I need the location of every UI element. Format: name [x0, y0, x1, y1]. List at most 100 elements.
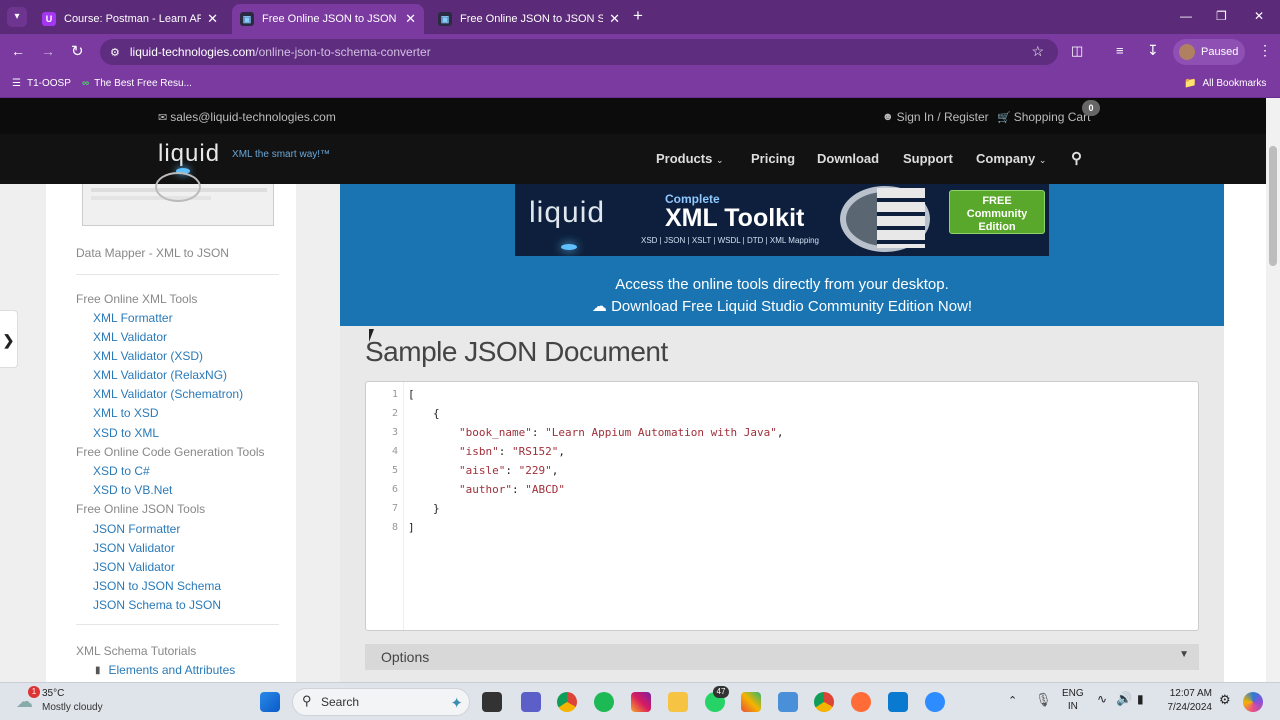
spotify-icon[interactable] — [594, 692, 614, 712]
file-explorer-icon[interactable] — [668, 692, 688, 712]
back-icon[interactable]: ← — [11, 43, 25, 59]
windows-taskbar: ☁ 1 35°C Mostly cloudy ⚲ Search ✦ 47 ⌃ 🎙… — [0, 682, 1280, 720]
search-icon[interactable]: ⚲ — [1071, 149, 1082, 167]
banner-line-1: Access the online tools directly from yo… — [615, 276, 949, 293]
sidebar-item-xml-validator-relaxng[interactable]: XML Validator (RelaxNG) — [93, 368, 227, 382]
xml-toolkit-banner[interactable]: liquid Complete XML Toolkit XSD | JSON |… — [515, 184, 1049, 256]
bookmark-free-resume[interactable]: ∞ The Best Free Resu... — [82, 78, 192, 89]
zoom-icon[interactable] — [925, 692, 945, 712]
nav-products[interactable]: Products ⌄ — [656, 151, 724, 166]
microphone-icon[interactable]: 🎙 — [1035, 692, 1052, 708]
bookmark-star-icon[interactable]: ☆ — [1031, 43, 1044, 60]
sidebar-item-json-formatter[interactable]: JSON Formatter — [93, 522, 180, 536]
wifi-icon[interactable]: ∿ — [1097, 692, 1107, 706]
sidebar-heading-json-tools[interactable]: Free Online JSON Tools — [76, 502, 205, 516]
folder-icon: 📁 — [1184, 78, 1197, 89]
new-tab-button[interactable]: + — [633, 6, 643, 26]
reading-list-icon[interactable]: ≡ — [1116, 43, 1124, 58]
site-info-icon[interactable]: ⚙ — [110, 46, 120, 59]
close-icon[interactable]: ✕ — [207, 11, 218, 27]
sidebar-item-json-validator-2[interactable]: JSON Validator — [93, 560, 175, 574]
tab-postman-course[interactable]: U Course: Postman - Learn API Te ✕ — [34, 4, 226, 34]
taskbar-search[interactable]: ⚲ Search ✦ — [292, 688, 470, 716]
sidebar-heading-xml-schema-tutorials[interactable]: XML Schema Tutorials — [76, 644, 196, 658]
tab-search-button[interactable]: ▾ — [7, 7, 27, 27]
sidebar-item-json-validator[interactable]: JSON Validator — [93, 541, 175, 555]
nav-company[interactable]: Company ⌄ — [976, 151, 1046, 166]
tab-json-schema-active[interactable]: ▣ Free Online JSON to JSON Sche ✕ — [232, 4, 424, 34]
sidebar-item-xml-formatter[interactable]: XML Formatter — [93, 311, 173, 325]
menu-dots-icon[interactable]: ⋮ — [1258, 42, 1272, 59]
sidebar-item-xml-validator-xsd[interactable]: XML Validator (XSD) — [93, 349, 203, 363]
sidebar-heading-xml-tools[interactable]: Free Online XML Tools — [76, 292, 197, 306]
bookmark-t1-oosp[interactable]: ☰ T1-OOSP — [12, 78, 71, 89]
git-icon[interactable] — [741, 692, 761, 712]
weather-widget[interactable]: ☁ 1 35°C Mostly cloudy — [14, 686, 134, 717]
sidebar-item-xml-validator[interactable]: XML Validator — [93, 330, 167, 344]
divider — [76, 274, 279, 275]
sign-in-link[interactable]: ☻ Sign In / Register — [882, 110, 989, 124]
language-indicator[interactable]: ENG IN — [1062, 687, 1084, 713]
shopping-cart-link[interactable]: 🛒 Shopping Cart — [997, 110, 1090, 124]
envelope-icon: ✉ — [158, 111, 168, 124]
volume-icon[interactable]: 🔊 — [1116, 691, 1132, 707]
windows-start-icon[interactable] — [260, 692, 280, 712]
chevron-down-icon: ⌄ — [715, 155, 724, 165]
contact-email[interactable]: ✉ sales@liquid-technologies.com — [158, 110, 336, 124]
notifications-icon[interactable]: ⚙ — [1219, 692, 1231, 708]
sidebar-item-xsd-to-vbnet[interactable]: XSD to VB.Net — [93, 483, 172, 497]
scrollbar-thumb[interactable] — [1269, 146, 1277, 266]
promo-banner: liquid Complete XML Toolkit XSD | JSON |… — [340, 184, 1224, 326]
download-icon[interactable]: ↧ — [1147, 42, 1159, 59]
window-close-icon[interactable]: ✕ — [1254, 9, 1264, 23]
teams-icon[interactable] — [521, 692, 541, 712]
close-icon[interactable]: ✕ — [609, 11, 620, 27]
code-line: ] — [408, 521, 415, 534]
options-panel-header[interactable]: Options ▼ — [365, 644, 1199, 670]
free-community-badge[interactable]: FREE Community Edition — [949, 190, 1045, 234]
page-title: Sample JSON Document — [365, 336, 668, 367]
sidebar-item-xml-validator-schematron[interactable]: XML Validator (Schematron) — [93, 387, 243, 401]
download-community-link[interactable]: ☁ Download Free Liquid Studio Community … — [340, 297, 1224, 315]
chrome-icon[interactable] — [557, 692, 577, 712]
sidebar-heading-codegen-tools[interactable]: Free Online Code Generation Tools — [76, 445, 265, 459]
address-bar[interactable]: ⚙ liquid-technologies.com/online-json-to… — [100, 39, 1058, 65]
restore-icon[interactable]: ❐ — [1216, 9, 1227, 23]
sidebar-expand-tab[interactable]: ❯ — [0, 310, 18, 368]
json-editor[interactable]: 1 2 3 4 5 6 7 8 [ { "book_name": "Learn … — [365, 381, 1199, 631]
instagram-icon[interactable] — [631, 692, 651, 712]
minimize-icon[interactable]: — — [1180, 9, 1192, 23]
sidebar-item-xsd-to-csharp[interactable]: XSD to C# — [93, 464, 150, 478]
product-screenshot-thumb — [82, 172, 274, 226]
nav-pricing[interactable]: Pricing — [751, 151, 795, 166]
close-icon[interactable]: ✕ — [405, 11, 416, 27]
sidebar-item-xsd-to-xml[interactable]: XSD to XML — [93, 426, 159, 440]
tab-json-schema-2[interactable]: ▣ Free Online JSON to JSON Sche ✕ — [430, 4, 628, 34]
sidebar-item-json-to-json-schema[interactable]: JSON to JSON Schema — [93, 579, 221, 593]
notepad-icon[interactable] — [778, 692, 798, 712]
postman-icon[interactable] — [851, 692, 871, 712]
nav-download[interactable]: Download — [817, 151, 879, 166]
sidebar-item-elements-attributes[interactable]: ▮ Elements and Attributes — [95, 663, 235, 677]
page-scrollbar[interactable] — [1266, 98, 1280, 682]
profile-button[interactable]: Paused — [1173, 39, 1245, 65]
all-bookmarks[interactable]: 📁 All Bookmarks — [1184, 78, 1266, 89]
battery-icon[interactable]: ▮ — [1137, 692, 1144, 706]
chrome-profile-icon[interactable] — [814, 692, 834, 712]
sidebar-item-json-schema-to-json[interactable]: JSON Schema to JSON — [93, 598, 221, 612]
system-clock[interactable]: 12:07 AM 7/24/2024 — [1160, 687, 1213, 715]
extensions-icon[interactable]: ◫ — [1071, 43, 1083, 59]
sidebar-item-xml-to-xsd[interactable]: XML to XSD — [93, 406, 159, 420]
tray-chevron-icon[interactable]: ⌃ — [1008, 694, 1017, 707]
forward-icon[interactable]: → — [41, 43, 55, 59]
site-logo[interactable]: liquid XML the smart way!™ — [158, 140, 330, 168]
vscode-icon[interactable] — [888, 692, 908, 712]
code-line: "isbn": "RS152", — [459, 445, 565, 458]
sidebar-item-data-mapper[interactable]: Data Mapper - XML to JSON — [76, 246, 229, 260]
reload-icon[interactable]: ↻ — [71, 42, 84, 60]
copilot-icon[interactable] — [1243, 692, 1263, 712]
url-host: liquid-technologies.com — [129, 45, 256, 59]
nav-support[interactable]: Support — [903, 151, 953, 166]
cart-count-badge: 0 — [1082, 100, 1100, 116]
task-view-icon[interactable] — [482, 692, 502, 712]
